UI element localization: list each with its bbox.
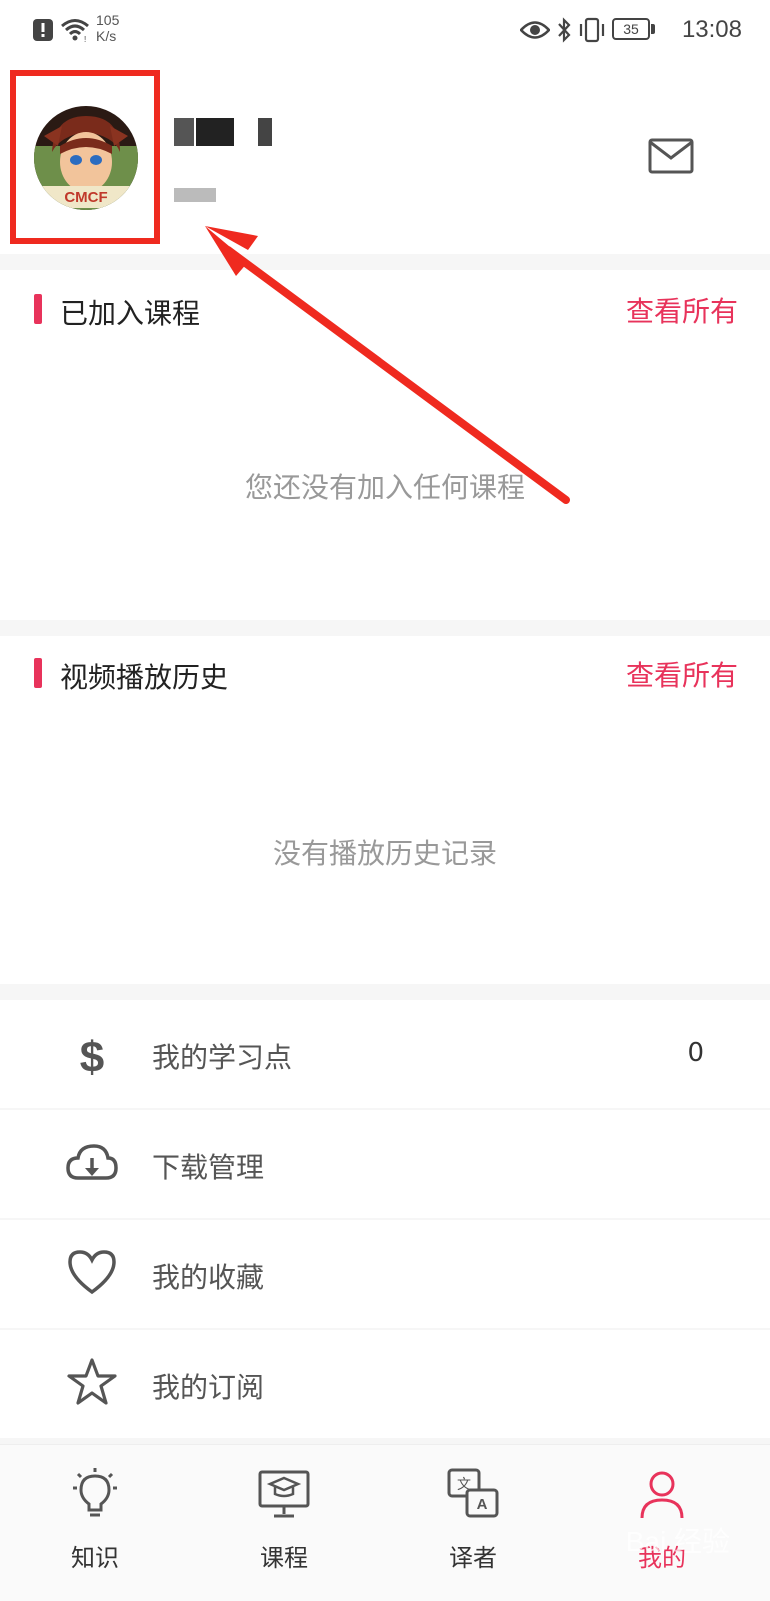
lightbulb-icon [73,1468,117,1517]
network-speed-unit: K/s [96,28,117,44]
star-icon [67,1358,117,1405]
watermark: Bai 经验 [625,1526,730,1557]
vibrate-icon [579,17,605,43]
menu-label-downloads: 下载管理 [152,1151,265,1184]
battery-level: 35 [623,21,639,37]
mail-icon[interactable] [648,138,694,174]
cloud-download-icon [66,1144,118,1180]
battery-tip [651,24,655,34]
wifi-icon: ! [61,19,89,42]
username-redacted-2 [258,118,272,146]
nav-tab-knowledge[interactable]: 知识 [40,1460,150,1590]
clock: 13:08 [681,16,742,43]
svg-text:A: A [477,1496,488,1513]
user-id-redacted [174,188,216,202]
play-history-view-all-link[interactable]: 查看所有 [626,654,738,694]
annotation-highlight-box [10,70,160,244]
joined-courses-empty-message: 您还没有加入任何课程 [244,471,525,504]
nav-label-courses: 课程 [260,1544,308,1572]
battery-icon: 35 [612,18,650,40]
play-history-title: 视频播放历史 [60,661,229,694]
menu-label-favorites: 我的收藏 [152,1261,265,1294]
alert-icon [33,19,53,41]
play-history-empty-message: 没有播放历史记录 [272,837,497,870]
course-monitor-icon [258,1470,310,1518]
status-bar: ! 105 K/s 35 13:08 [0,0,770,62]
nav-label-translators: 译者 [449,1544,497,1572]
nav-tab-translators[interactable]: 文 A 译者 [418,1460,528,1590]
section-accent-bar [34,294,42,324]
joined-courses-view-all-link[interactable]: 查看所有 [626,290,738,330]
learning-points-value: 0 [687,1038,704,1068]
nav-label-knowledge: 知识 [71,1544,119,1572]
user-icon [640,1471,684,1519]
dollar-icon: $ [80,1033,104,1080]
menu-label-subscriptions: 我的订阅 [152,1371,265,1404]
svg-text:$: $ [80,1033,104,1080]
heart-icon [68,1250,116,1295]
eye-icon [520,21,550,39]
nav-tab-courses[interactable]: 课程 [229,1460,339,1590]
joined-courses-title: 已加入课程 [60,297,201,330]
svg-text:!: ! [84,35,86,42]
bluetooth-icon [558,17,571,43]
network-speed-value: 105 [96,12,120,28]
menu-label-learning-points: 我的学习点 [152,1041,293,1074]
username-redacted [174,118,234,146]
network-speed: 105 K/s [96,12,136,44]
translate-icon: 文 A [447,1468,499,1518]
section-accent-bar [34,658,42,688]
